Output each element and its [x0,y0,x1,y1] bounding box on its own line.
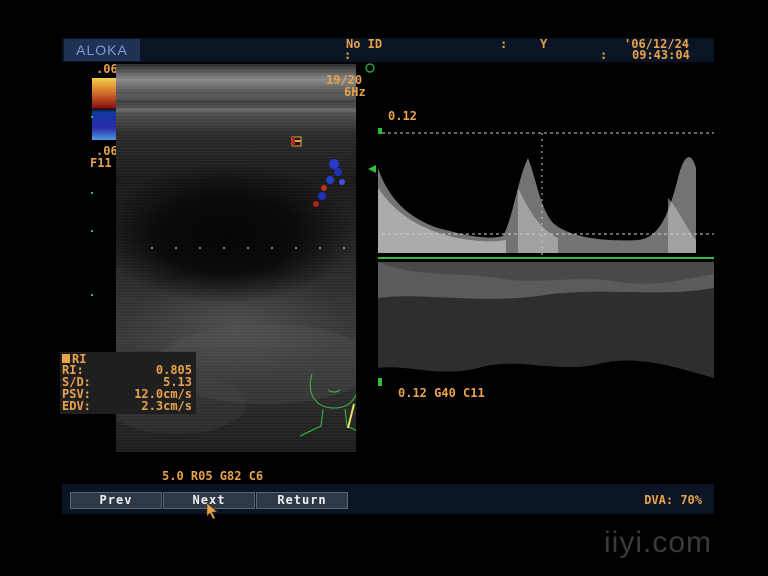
footer-bar: Prev Next Return DVA: 70% [62,484,714,514]
doppler-params: 0.12 G40 C11 [398,386,485,400]
doppler-gate-marker[interactable] [291,136,302,147]
time-separator: : [600,48,608,62]
color-flow-signal [313,159,345,207]
field-y: Y [540,37,548,51]
measurement-panel: RI RI: 0.805 S/D: 5.13 PSV: 12.0cm/s EDV… [60,352,196,414]
aloka-logo: ALOKA [64,39,140,61]
edv-value: 2.3cm/s [141,399,192,413]
doppler-scale-top: 0.12 [388,109,417,123]
prev-button[interactable]: Prev [70,492,162,509]
patient-id-label: No ID [346,37,383,51]
frame-rate: 6Hz [344,85,366,99]
watermark-text: iiyi.com [604,526,713,559]
return-button[interactable]: Return [256,492,348,509]
doppler-spectrum[interactable] [378,128,714,388]
dva-indicator: DVA: 70% [644,493,702,507]
plus-marker-icon [62,354,70,363]
focus-triangle-icon [368,165,376,173]
edv-label: EDV: [62,399,91,413]
bmode-params: 5.0 R05 G82 C6 [162,469,264,483]
header-separator-2: : [500,37,508,51]
focus-circle-icon [365,63,375,73]
header-separator: : [344,48,352,62]
exam-time: 09:43:04 [632,48,690,62]
mouse-pointer-icon [206,502,218,520]
header-bar: ALOKA No ID : : Y : '06/12/24 09:43:04 [62,38,714,62]
